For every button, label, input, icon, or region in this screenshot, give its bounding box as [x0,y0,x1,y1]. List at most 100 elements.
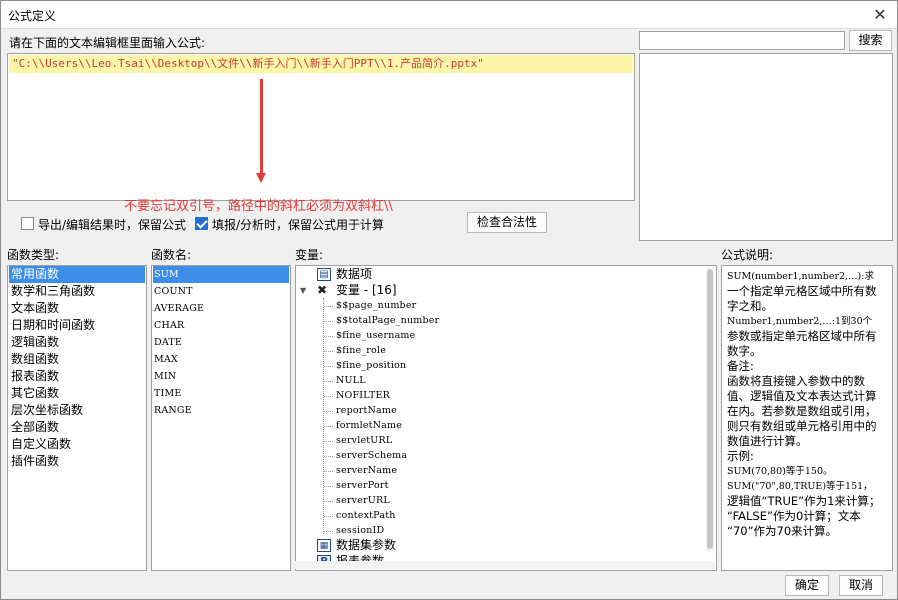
list-item[interactable]: SUM [153,266,289,283]
desc-line: 示例: [727,449,754,463]
tree-guide-branch [324,441,333,442]
search-button[interactable]: 搜索 [849,30,892,51]
variable-item[interactable]: contextPath [336,508,396,523]
desc-line: SUM(70,80)等于150。 [727,466,833,477]
variable-item[interactable]: $$page_number [336,298,416,313]
variable-item[interactable]: NULL [336,373,366,388]
search-input[interactable] [639,31,845,50]
variable-item[interactable]: $fine_position [336,358,406,373]
tree-item-dataset-params[interactable]: 数据集参数 [336,538,396,553]
variable-item[interactable]: formletName [336,418,402,433]
list-item[interactable]: 数组函数 [9,351,145,368]
variable-item[interactable]: serverSchema [336,448,407,463]
desc-line: 数值进行计算。 [727,434,808,448]
function-names-list[interactable]: SUM COUNT AVERAGE CHAR DATE MAX MIN TIME… [151,265,291,571]
fill-keep-formula-checkbox[interactable] [195,217,208,230]
tree-guide-branch [324,456,333,457]
formula-definition-dialog: 公式定义 ✕ 请在下面的文本编辑框里面输入公式: 搜索 "C:\\Users\\… [0,0,898,600]
desc-line: 一个指定单元格区域中所有数 [727,284,877,298]
annotation-arrow [260,79,263,175]
list-item[interactable]: CHAR [153,317,289,334]
list-item[interactable]: 数学和三角函数 [9,283,145,300]
variable-item[interactable]: NOFILTER [336,388,390,403]
scroll-thumb[interactable] [707,269,713,549]
variable-item[interactable]: sessionID [336,523,384,538]
desc-line: “70”作为70来计算。 [727,524,838,538]
ok-button[interactable]: 确定 [785,575,829,596]
tree-guide-branch [324,471,333,472]
dataset-params-icon: ▦ [317,539,331,552]
tree-guide-branch [324,351,333,352]
tree-item-variables[interactable]: 变量 - [16] [336,283,397,298]
variable-item[interactable]: serverName [336,463,397,478]
variables-header: 变量: [295,248,324,262]
annotation-arrow-head [256,173,266,183]
tree-guide-branch [324,486,333,487]
variable-item[interactable]: serverURL [336,493,390,508]
variable-item[interactable]: $fine_username [336,328,415,343]
tree-guide-branch [324,321,333,322]
desc-line: 字之和。 [727,299,773,313]
list-item[interactable]: 层次坐标函数 [9,402,145,419]
formula-description: SUM(number1,number2,…):求 一个指定单元格区域中所有数 字… [721,265,893,571]
desc-line: “FALSE”作为0计算；文本 [727,509,861,523]
tree-guide-branch [324,306,333,307]
tree-guide-branch [324,411,333,412]
list-item[interactable]: RANGE [153,402,289,419]
formula-text[interactable]: "C:\\Users\\Leo.Tsai\\Desktop\\文件\\新手入门\… [9,55,633,73]
variable-item[interactable]: $fine_role [336,343,386,358]
list-item[interactable]: MIN [153,368,289,385]
variable-item[interactable]: servletURL [336,433,392,448]
description-header: 公式说明: [721,248,774,262]
list-item[interactable]: COUNT [153,283,289,300]
list-item[interactable]: 报表函数 [9,368,145,385]
desc-line: SUM(number1,number2,…):求 [727,271,874,282]
list-item[interactable]: AVERAGE [153,300,289,317]
tree-guide-line [323,298,324,534]
variables-horizontal-scrollbar[interactable] [295,561,715,569]
cancel-button[interactable]: 取消 [839,575,883,596]
formula-editor[interactable]: "C:\\Users\\Leo.Tsai\\Desktop\\文件\\新手入门\… [7,53,635,201]
list-item[interactable]: MAX [153,351,289,368]
tree-guide-branch [324,381,333,382]
list-item[interactable]: 日期和时间函数 [9,317,145,334]
check-validity-button[interactable]: 检查合法性 [467,212,547,233]
variable-item[interactable]: reportName [336,403,397,418]
desc-line: 数字。 [727,344,762,358]
desc-line: 则只有数组或单元格引用中的 [727,419,877,433]
collapse-arrow-icon[interactable]: ▼ [300,283,306,298]
list-item[interactable]: 自定义函数 [9,436,145,453]
tree-guide-branch [324,366,333,367]
desc-line: 在内。若参数是数组或引用， [727,404,877,418]
tree-guide-branch [324,336,333,337]
list-item[interactable]: 逻辑函数 [9,334,145,351]
list-item[interactable]: 全部函数 [9,419,145,436]
export-keep-formula-checkbox[interactable] [21,217,34,230]
list-item[interactable]: 其它函数 [9,385,145,402]
desc-line: 逻辑值“TRUE”作为1来计算； [727,494,881,508]
list-item[interactable]: TIME [153,385,289,402]
editor-prompt-label: 请在下面的文本编辑框里面输入公式: [9,36,206,50]
fill-keep-formula-label: 填报/分析时，保留公式用于计算 [212,218,385,232]
export-keep-formula-label: 导出/编辑结果时，保留公式 [38,218,187,232]
function-types-header: 函数类型: [7,248,60,262]
variable-item[interactable]: $$totalPage_number [336,313,439,328]
close-icon[interactable]: ✕ [869,4,891,26]
desc-line: SUM("70",80,TRUE)等于151， [727,481,873,492]
list-item[interactable]: 插件函数 [9,453,145,470]
list-item[interactable]: 常用函数 [9,266,145,283]
tree-guide-branch [324,501,333,502]
function-names-header: 函数名: [151,248,192,262]
desc-line: 值、逻辑值及文本表达式计算 [727,389,877,403]
variables-vertical-scrollbar[interactable] [706,267,714,551]
desc-line: 函数将直接键入参数中的数 [727,374,865,388]
tree-guide-branch [324,396,333,397]
variable-item[interactable]: serverPort [336,478,389,493]
annotation-text: 不要忘记双引号，路径中的斜杠必须为双斜杠\\ [124,199,393,214]
list-item[interactable]: 文本函数 [9,300,145,317]
tree-item-dataset[interactable]: 数据项 [336,267,372,282]
list-item[interactable]: DATE [153,334,289,351]
function-types-list[interactable]: 常用函数 数学和三角函数 文本函数 日期和时间函数 逻辑函数 数组函数 报表函数… [7,265,147,571]
search-results-panel[interactable] [639,53,893,241]
variable-icon: ✖ [317,283,328,297]
